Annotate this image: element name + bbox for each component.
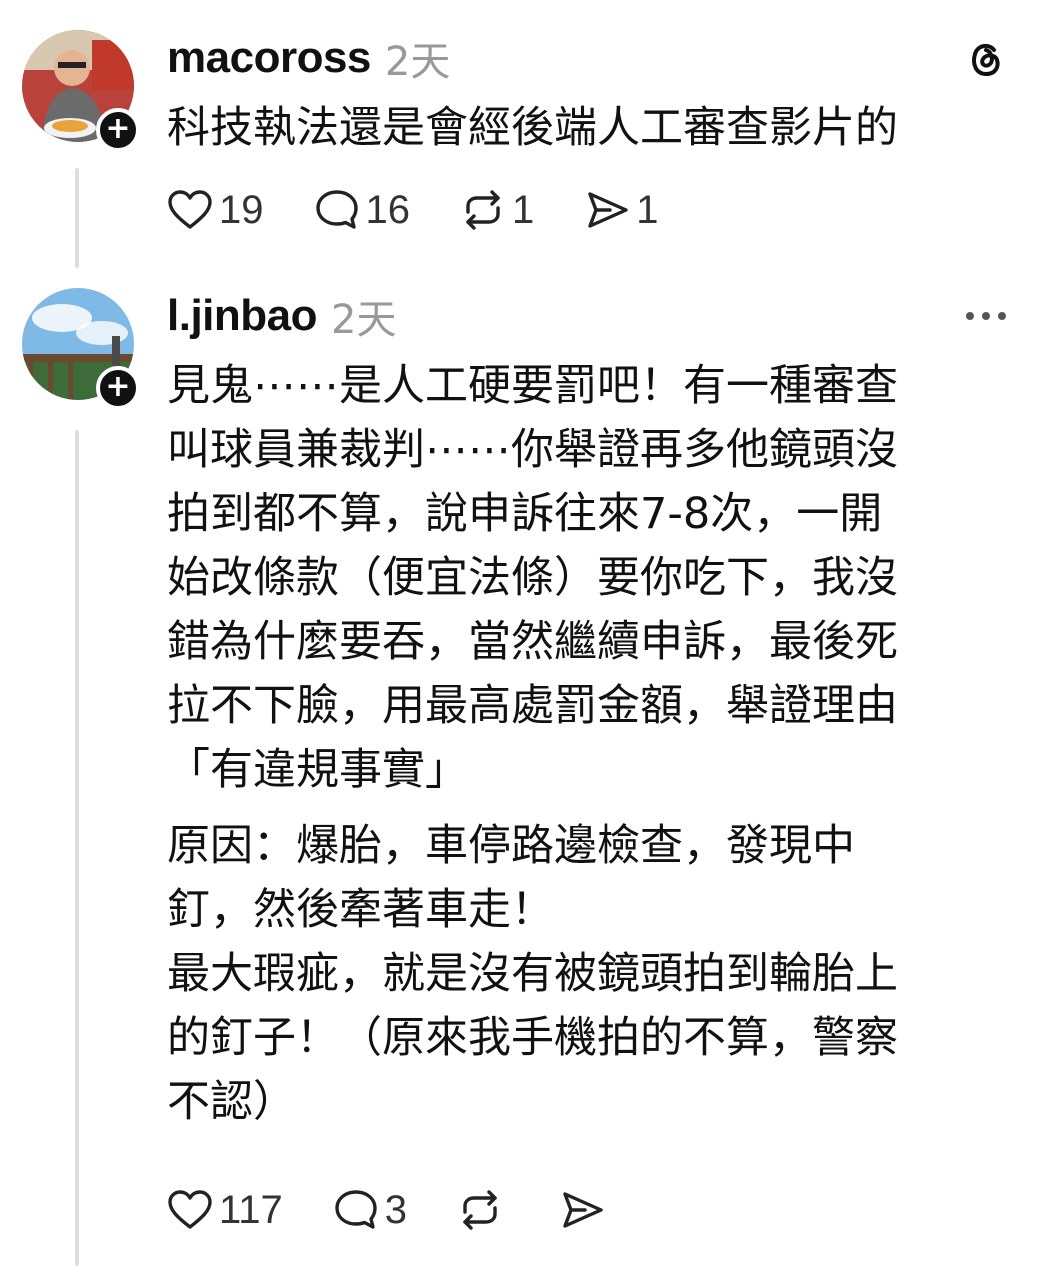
reply-count: 3 — [384, 1187, 408, 1232]
username[interactable]: macoross — [167, 33, 371, 83]
username[interactable]: l.jinbao — [167, 291, 318, 341]
share-button[interactable]: 1 — [584, 187, 659, 233]
action-bar: 19 16 1 1 — [167, 180, 709, 240]
follow-button[interactable]: + — [96, 108, 140, 152]
repost-icon — [460, 188, 506, 232]
timestamp: 2天 — [331, 297, 397, 343]
post-header: macoross 2天 — [167, 30, 1008, 86]
like-button[interactable]: 117 — [167, 1188, 283, 1233]
repost-count: 1 — [512, 187, 535, 232]
comment-icon — [314, 188, 360, 232]
like-count: 19 — [219, 187, 264, 232]
comment-icon — [333, 1188, 379, 1232]
more-options-icon[interactable] — [964, 309, 1008, 323]
threads-logo-icon[interactable] — [964, 36, 1008, 80]
repost-button[interactable]: 1 — [460, 188, 534, 233]
post-paragraph: 原因：爆胎，車停路邊檢查，發現中 釘，然後牽著車走！ — [167, 821, 855, 935]
share-count: 1 — [636, 187, 659, 232]
action-bar: 117 3 — [167, 1180, 661, 1240]
repost-icon — [457, 1188, 503, 1232]
post-body: 見鬼⋯⋯是人工硬要罰吧！有一種審查 叫球員兼裁判⋯⋯你舉證再多他鏡頭沒 拍到都不… — [167, 354, 1012, 1134]
post-body: 科技執法還是會經後端人工審查影片的 — [167, 96, 1012, 160]
thread-post: + l.jinbao 2天 見鬼⋯⋯是人工硬要罰吧！有一種審查 叫球員兼裁判⋯⋯… — [0, 280, 1038, 1280]
thread-post: + macoross 2天 科技執法還是會經後端人工審查影片的 19 16 1 … — [0, 0, 1038, 280]
post-paragraph: 最大瑕疵，就是沒有被鏡頭拍到輪胎上 的釘子！（原來我手機拍的不算，警察 不認） — [167, 949, 898, 1127]
heart-icon — [167, 189, 213, 231]
thread-connector-line — [75, 430, 79, 1266]
like-button[interactable]: 19 — [167, 188, 264, 233]
send-icon — [584, 188, 630, 232]
timestamp: 2天 — [384, 39, 451, 85]
reply-button[interactable]: 3 — [333, 1188, 407, 1233]
thread-connector-line — [75, 168, 79, 268]
share-button[interactable] — [559, 1188, 611, 1232]
like-count: 117 — [219, 1187, 283, 1232]
post-paragraph: 見鬼⋯⋯是人工硬要罰吧！有一種審查 叫球員兼裁判⋯⋯你舉證再多他鏡頭沒 拍到都不… — [167, 361, 898, 795]
send-icon — [559, 1188, 605, 1232]
repost-button[interactable] — [457, 1188, 509, 1232]
follow-button[interactable]: + — [96, 366, 140, 410]
post-header: l.jinbao 2天 — [167, 288, 1008, 344]
reply-count: 16 — [365, 187, 411, 232]
post-paragraph: 科技執法還是會經後端人工審查影片的 — [167, 103, 898, 153]
heart-icon — [167, 1189, 213, 1231]
reply-button[interactable]: 16 — [314, 187, 411, 233]
